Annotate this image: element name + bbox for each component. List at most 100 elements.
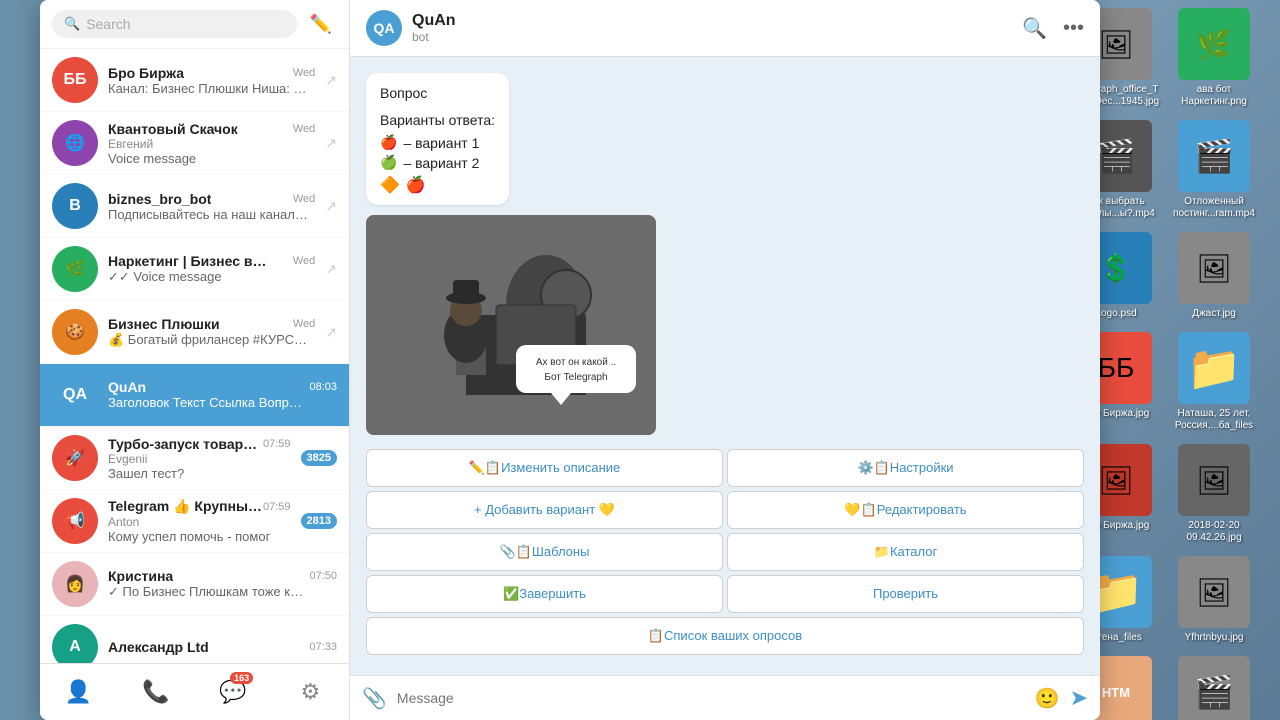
search-box[interactable]: 🔍 Search xyxy=(52,10,297,38)
btn-edit-desc[interactable]: ✏️📋Изменить описание xyxy=(366,449,723,487)
chat-subname-turbo: Evgenii xyxy=(108,452,291,466)
chat-info-kvant: Квантовый Скачок Wed Евгений Voice messa… xyxy=(108,121,315,166)
checkmarks-marketing: ✓✓ xyxy=(108,269,133,284)
chat-info-marketing: Наркетинг | Бизнес в Т... Wed ✓✓ Voice m… xyxy=(108,253,315,285)
bot-buttons-grid: ✏️📋Изменить описание⚙️📋Настройки+ Добави… xyxy=(366,449,1084,655)
avatar-marketing: 🌿 xyxy=(52,246,98,292)
chat-time-telegram_krupny: 07:59 xyxy=(263,501,291,513)
folder-icon: 📁 xyxy=(1187,342,1242,394)
btn-edit[interactable]: 💛📋Редактировать xyxy=(727,491,1084,529)
desktop-icon-2018_02_20_09_42_26_jpg[interactable]: 🖼 2018-02-20 09.42.26.jpg xyxy=(1169,444,1259,544)
message-input[interactable] xyxy=(397,684,1025,712)
chat-info-alexandr: Александр Ltd 07:33 xyxy=(108,639,337,655)
send-button[interactable]: ➤ xyxy=(1070,685,1088,711)
btn-check[interactable]: Проверить xyxy=(727,575,1084,613)
redirect-icon-biznes_plushki: ↗ xyxy=(325,324,337,341)
chat-item-telegram_krupny[interactable]: 📢 Telegram 👍 Крупный... 07:59 Anton Кому… xyxy=(40,490,349,553)
chat-time-alexandr: 07:33 xyxy=(309,641,337,653)
message-bubble-question: Вопрос Варианты ответа: 🍎 – вариант 1 🍏 … xyxy=(366,73,509,205)
chat-info-biznes_plushki: Бизнес Плюшки Wed 💰 Богатый фрилансер #К… xyxy=(108,316,315,348)
vote-text-2: – вариант 2 xyxy=(403,155,479,171)
chat-name-bro_birzha: Бро Биржа xyxy=(108,65,184,81)
desktop-icon-__________________png[interactable]: 🌿 ава бот Наркетинг.png xyxy=(1169,8,1259,108)
redirect-icon-marketing: ↗ xyxy=(325,261,337,278)
chat-item-marketing[interactable]: 🌿 Наркетинг | Бизнес в Т... Wed ✓✓ Voice… xyxy=(40,238,349,301)
redirect-icon-kvant: ↗ xyxy=(325,135,337,152)
icon-img: 🎬 xyxy=(1178,120,1250,192)
chats-nav[interactable]: 💬 163 xyxy=(213,672,253,712)
icon-label: Джаст.jpg xyxy=(1192,308,1236,320)
avatar-telegram_krupny: 📢 xyxy=(52,498,98,544)
chat-preview-turbo: Зашел тест? xyxy=(108,466,291,481)
chat-info-bro_birzha: Бро Биржа Wed Канал: Бизнес Плюшки Ниша:… xyxy=(108,65,315,96)
chat-item-quan[interactable]: QA QuAn 08:03 Заголовок Текст Ссылка Воп… xyxy=(40,364,349,427)
avatar-kvant: 🌐 xyxy=(52,120,98,166)
sidebar-search-bar: 🔍 Search ✏️ xyxy=(40,0,349,49)
chat-item-alexandr[interactable]: А Александр Ltd 07:33 xyxy=(40,616,349,663)
btn-list[interactable]: 📋Список ваших опросов xyxy=(366,617,1084,655)
settings-nav[interactable]: ⚙ xyxy=(290,672,330,712)
vote-emoji-1: 🍎 xyxy=(380,134,397,151)
video-icon: 🎬 xyxy=(1194,673,1234,711)
desktop-icon-_____________________ram_mp4[interactable]: 🎬 Отложенный постинг...ram.mp4 xyxy=(1169,120,1259,220)
icon-label: Отложенный постинг...ram.mp4 xyxy=(1169,196,1259,220)
desktop-icon-yfhrtnbyu_jpg[interactable]: 🖼 Yfhrtnbyu.jpg xyxy=(1169,556,1259,644)
chat-item-bro_birzha[interactable]: ББ Бро Биржа Wed Канал: Бизнес Плюшки Ни… xyxy=(40,49,349,112)
btn-catalog[interactable]: 📁Каталог xyxy=(727,533,1084,571)
image-preview: 🖼 xyxy=(1178,232,1250,304)
icon-label: ава бот Наркетинг.png xyxy=(1169,84,1259,108)
messages-area: Вопрос Варианты ответа: 🍎 – вариант 1 🍏 … xyxy=(350,57,1100,675)
chat-preview-biznes_plushki: 💰 Богатый фрилансер #КУРСЫ #бизнес #марк… xyxy=(108,332,308,348)
chat-time-biznes_bot: Wed xyxy=(293,193,315,205)
checkmarks-kristina: ✓ xyxy=(108,584,123,599)
btn-add-variant[interactable]: + Добавить вариант 💛 xyxy=(366,491,723,529)
chat-time-kristina: 07:50 xyxy=(309,570,337,582)
nav-badge-chats-nav: 163 xyxy=(230,672,253,684)
icon-label: Logo.psd xyxy=(1095,308,1136,320)
bottom-navigation: 👤 📞 💬 163 ⚙ xyxy=(40,663,349,720)
chat-time-kvant: Wed xyxy=(293,123,315,135)
chat-item-biznes_bot[interactable]: B biznes_bro_bot Wed Подписывайтесь на н… xyxy=(40,175,349,238)
vote-option-1: 🍎 – вариант 1 xyxy=(380,134,495,151)
input-area: 📎 🙂 ➤ xyxy=(350,675,1100,720)
video-icon: 🎬 xyxy=(1194,137,1234,175)
chat-time-marketing: Wed xyxy=(293,255,315,267)
search-chat-icon[interactable]: 🔍 xyxy=(1022,16,1047,41)
vote-text-1: – вариант 1 xyxy=(403,135,479,151)
chat-preview-marketing: ✓✓ Voice message xyxy=(108,269,308,285)
chat-preview-kvant: Voice message xyxy=(108,151,308,166)
btn-settings[interactable]: ⚙️📋Настройки xyxy=(727,449,1084,487)
svg-text:Бот Telegraph: Бот Telegraph xyxy=(544,372,607,383)
btn-templates[interactable]: 📎📋Шаблоны xyxy=(366,533,723,571)
chat-name-marketing: Наркетинг | Бизнес в Т... xyxy=(108,253,268,269)
svg-text:Ах вот он какой ..: Ах вот он какой .. xyxy=(536,357,616,368)
icon-img: 📁 xyxy=(1178,332,1250,404)
icon-label: Yfhrtnbyu.jpg xyxy=(1185,632,1244,644)
profile-nav[interactable]: 👤 xyxy=(59,672,99,712)
search-placeholder: Search xyxy=(86,16,130,32)
desktop-icon-______jpg[interactable]: 🖼 Джаст.jpg xyxy=(1169,232,1259,320)
chat-name-turbo: Турбо-запуск товарно... xyxy=(108,436,263,452)
icon-label: 2018-02-20 09.42.26.jpg xyxy=(1169,520,1259,544)
icon-img: 🖼 xyxy=(1178,232,1250,304)
attach-icon[interactable]: 📎 xyxy=(362,686,387,711)
compose-button[interactable]: ✏️ xyxy=(305,8,337,40)
icon-img: 🖼 xyxy=(1178,444,1250,516)
vote-icon-small-1: 🔶 xyxy=(380,175,400,195)
chat-item-biznes_plushki[interactable]: 🍪 Бизнес Плюшки Wed 💰 Богатый фрилансер … xyxy=(40,301,349,364)
avatar-biznes_bot: B xyxy=(52,183,98,229)
chat-name-quan: QuAn xyxy=(108,379,146,395)
btn-finish[interactable]: ✅Завершить xyxy=(366,575,723,613)
emoji-icon[interactable]: 🙂 xyxy=(1035,686,1060,711)
chat-list: ББ Бро Биржа Wed Канал: Бизнес Плюшки Ни… xyxy=(40,49,349,663)
desktop-icon-_________mp4[interactable]: 🎬 Телеграф.mp4 xyxy=(1169,656,1259,720)
search-icon: 🔍 xyxy=(64,16,80,32)
chat-item-turbo[interactable]: 🚀 Турбо-запуск товарно... 07:59 Evgenii … xyxy=(40,427,349,490)
chat-item-kvant[interactable]: 🌐 Квантовый Скачок Wed Евгений Voice mes… xyxy=(40,112,349,175)
calls-nav[interactable]: 📞 xyxy=(136,672,176,712)
question-text: Вопрос xyxy=(380,83,495,104)
chat-time-turbo: 07:59 xyxy=(263,438,291,450)
desktop-icon-________25___________________files[interactable]: 📁 Наташа, 25 лет, Россия,...ба_files xyxy=(1169,332,1259,432)
more-options-icon[interactable]: ••• xyxy=(1063,17,1084,40)
chat-item-kristina[interactable]: 👩 Кристина 07:50 ✓ По Бизнес Плюшкам тож… xyxy=(40,553,349,616)
